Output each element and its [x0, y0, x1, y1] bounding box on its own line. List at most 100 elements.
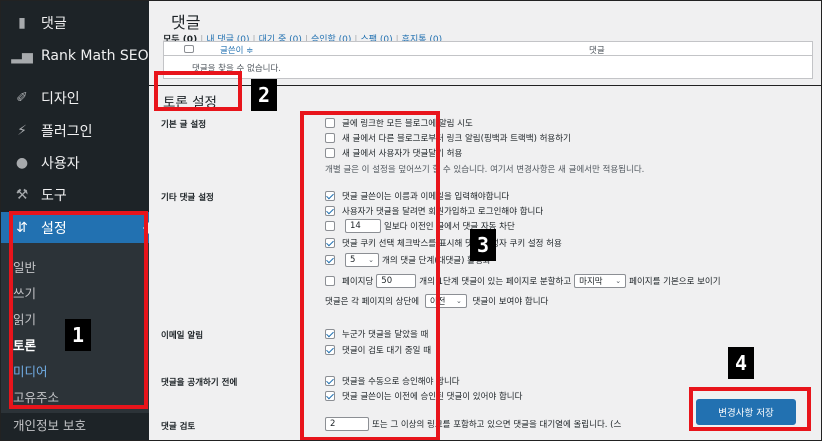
option-text: 댓글이 검토 대기 중일 때 — [342, 346, 432, 356]
no-comments-message: 댓글을 찾을 수 없습니다. — [192, 64, 282, 74]
option-text: 댓글 쿠키 선택 체크박스를 표시해 댓글 작성자 쿠키 설정 허용 — [342, 239, 562, 249]
checkbox[interactable] — [325, 133, 335, 143]
column-author[interactable]: 글쓴이 ≑ — [220, 44, 253, 56]
submenu-reading[interactable]: 읽기 — [13, 309, 36, 328]
checkbox[interactable] — [325, 391, 335, 401]
option-text: 새 글에서 다른 블로그로부터 링크 알림(핑백과 트랙백) 허용하기 — [342, 134, 571, 144]
option-attempt-notify: 글에 링크한 모든 블로그에 알림 시도 — [325, 117, 473, 129]
discussion-settings-title: 토론 설정 — [163, 95, 217, 111]
option-text: 댓글 글쓴이는 이름과 이메일을 입력해야합니다 — [342, 192, 510, 202]
close-days-input[interactable]: 14 — [345, 219, 381, 233]
wordpress-admin-screen: ▮ 댓글 ▂▅ Rank Math SEO ✐ 디자인 ⚡ 플러그인 ● 사용자… — [0, 0, 822, 441]
menu-label: 설정 — [41, 221, 67, 237]
checkbox[interactable] — [325, 206, 335, 216]
select-all-checkbox[interactable] — [184, 45, 194, 53]
chevron-down-icon: ⌄ — [615, 277, 622, 285]
menu-item-users[interactable]: ● 사용자 — [1, 147, 149, 179]
comment-order-select[interactable]: 이전 ⌄ — [424, 294, 467, 308]
checkbox[interactable] — [325, 376, 335, 386]
option-text: 댓글 글쓴이는 이전에 승인된 댓글이 있어야 합니다 — [342, 392, 523, 402]
option-previously-approved: 댓글 글쓴이는 이전에 승인된 댓글이 있어야 합니다 — [325, 390, 522, 402]
comment-moderation-label: 댓글 검토 — [161, 422, 196, 432]
submenu-writing[interactable]: 쓰기 — [13, 283, 36, 302]
save-changes-button[interactable]: 변경사항 저장 — [696, 399, 796, 425]
annotation-badge-1: 1 — [65, 319, 91, 351]
settings-icon: ⇵ — [16, 220, 28, 236]
checkbox[interactable] — [325, 255, 335, 265]
default-post-note: 개별 글은 이 설정을 덮어쓰기 할 수 있습니다. 여기서 변경사항은 새 글… — [325, 165, 645, 175]
thread-depth-select[interactable]: 5 ⌄ — [345, 253, 379, 267]
main-content: 댓글 모두 (0) | 내 댓글 (0) | 대기 중 (0) | 승인함 (0) | 스팸 (… — [149, 1, 821, 440]
paintbrush-icon: ✐ — [16, 90, 28, 106]
annotation-badge-4: 4 — [728, 347, 754, 379]
menu-item-plugins[interactable]: ⚡ 플러그인 — [1, 115, 149, 147]
option-manual-approval: 댓글을 수동으로 승인해야 합니다 — [325, 375, 460, 387]
checkbox[interactable] — [325, 238, 335, 248]
moderation-links-input[interactable]: 2 — [325, 417, 369, 431]
comments-page-title: 댓글 — [171, 13, 201, 32]
option-text: 댓글이 보여야 합니다 — [472, 297, 549, 307]
checkbox[interactable] — [325, 221, 335, 231]
checkbox[interactable] — [325, 276, 335, 286]
option-text: 댓글을 수동으로 승인해야 합니다 — [342, 377, 460, 387]
option-text: 페이지당 — [342, 277, 374, 287]
option-require-name-email: 댓글 글쓴이는 이름과 이메일을 입력해야합니다 — [325, 190, 509, 202]
email-notifications-label: 이메일 알림 — [161, 331, 204, 341]
option-threaded-comments: 5 ⌄ 개의 댓글 단계(대댓글) 활성화 — [325, 253, 491, 267]
comment-order-row: 댓글은 각 페이지의 상단에 이전 ⌄ 댓글이 보여야 합니다 — [325, 294, 548, 308]
menu-label: 도구 — [41, 188, 67, 204]
submenu-permalinks[interactable]: 고유주소 — [13, 387, 59, 406]
option-text: 또는 그 이상의 링크를 포함하고 있으면 댓글을 대기열에 올립니다. (스 — [372, 420, 622, 430]
admin-sidebar: ▮ 댓글 ▂▅ Rank Math SEO ✐ 디자인 ⚡ 플러그인 ● 사용자… — [1, 1, 149, 440]
option-text: 페이지를 기본으로 보이기 — [629, 277, 721, 287]
submenu-general[interactable]: 일반 — [13, 257, 36, 276]
before-comment-appears-label: 댓글을 공개하기 전에 — [161, 378, 238, 388]
submenu-discussion[interactable]: 토론 — [13, 335, 36, 354]
menu-item-rank-math[interactable]: ▂▅ Rank Math SEO — [1, 40, 149, 72]
option-text: 글에 링크한 모든 블로그에 알림 시도 — [342, 119, 473, 129]
checkbox[interactable] — [325, 329, 335, 339]
option-text: 개의 1단계 댓글이 있는 페이지로 분할하고 — [419, 277, 572, 287]
user-icon: ● — [15, 155, 29, 171]
checkbox[interactable] — [325, 118, 335, 128]
option-require-login: 사용자가 댓글을 달려면 회원가입하고 로그인해야 합니다 — [325, 205, 543, 217]
default-page-value: 마지막 — [579, 277, 603, 287]
wrench-icon: ⚒ — [15, 187, 29, 203]
menu-label: 댓글 — [41, 16, 67, 32]
moderation-links-row: 2 또는 그 이상의 링크를 포함하고 있으면 댓글을 대기열에 올립니다. (… — [325, 417, 621, 431]
comments-table-header: 글쓴이 ≑ 댓글 — [164, 42, 812, 56]
column-comment: 댓글 — [589, 46, 605, 56]
comments-table: 글쓴이 ≑ 댓글 댓글을 찾을 수 없습니다. — [163, 41, 813, 79]
menu-label: 사용자 — [41, 156, 80, 172]
menu-item-comments[interactable]: ▮ 댓글 — [1, 7, 149, 39]
rank-math-icon: ▂▅ — [11, 48, 33, 64]
default-post-settings-label: 기본 글 설정 — [161, 120, 207, 130]
option-text: 사용자가 댓글을 달려면 회원가입하고 로그인해야 합니다 — [342, 207, 544, 217]
menu-item-settings[interactable]: ⇵ 설정 — [1, 212, 149, 244]
option-email-held-moderation: 댓글이 검토 대기 중일 때 — [325, 344, 431, 356]
checkbox[interactable] — [325, 191, 335, 201]
option-text: 댓글은 각 페이지의 상단에 — [325, 297, 420, 307]
thread-depth-value: 5 — [350, 255, 356, 265]
other-comment-settings-label: 기타 댓글 설정 — [161, 193, 214, 203]
option-cookie-consent: 댓글 쿠키 선택 체크박스를 표시해 댓글 작성자 쿠키 설정 허용 — [325, 237, 562, 249]
menu-item-appearance[interactable]: ✐ 디자인 — [1, 82, 149, 114]
checkbox[interactable] — [325, 148, 335, 158]
default-page-select[interactable]: 마지막 ⌄ — [574, 274, 627, 288]
option-text: 누군가 댓글을 달았을 때 — [342, 330, 429, 340]
comment-order-value: 이전 — [429, 297, 446, 307]
menu-label: 디자인 — [41, 91, 80, 107]
submenu-media[interactable]: 미디어 — [13, 361, 48, 380]
chevron-down-icon: ⌄ — [368, 256, 374, 264]
comments-per-page-input[interactable]: 50 — [376, 274, 417, 288]
annotation-badge-3: 3 — [470, 229, 496, 261]
submenu-privacy[interactable]: 개인정보 보호 — [13, 415, 86, 434]
annotation-badge-2: 2 — [251, 79, 277, 111]
plugin-icon: ⚡ — [17, 123, 27, 139]
option-allow-pingbacks: 새 글에서 다른 블로그로부터 링크 알림(핑백과 트랙백) 허용하기 — [325, 132, 571, 144]
checkbox[interactable] — [325, 345, 335, 355]
menu-label: Rank Math SEO — [41, 48, 149, 64]
comment-icon: ▮ — [18, 15, 26, 31]
option-text: 새 글에서 사용자가 댓글달기 허용 — [342, 149, 463, 159]
menu-item-tools[interactable]: ⚒ 도구 — [1, 179, 149, 211]
